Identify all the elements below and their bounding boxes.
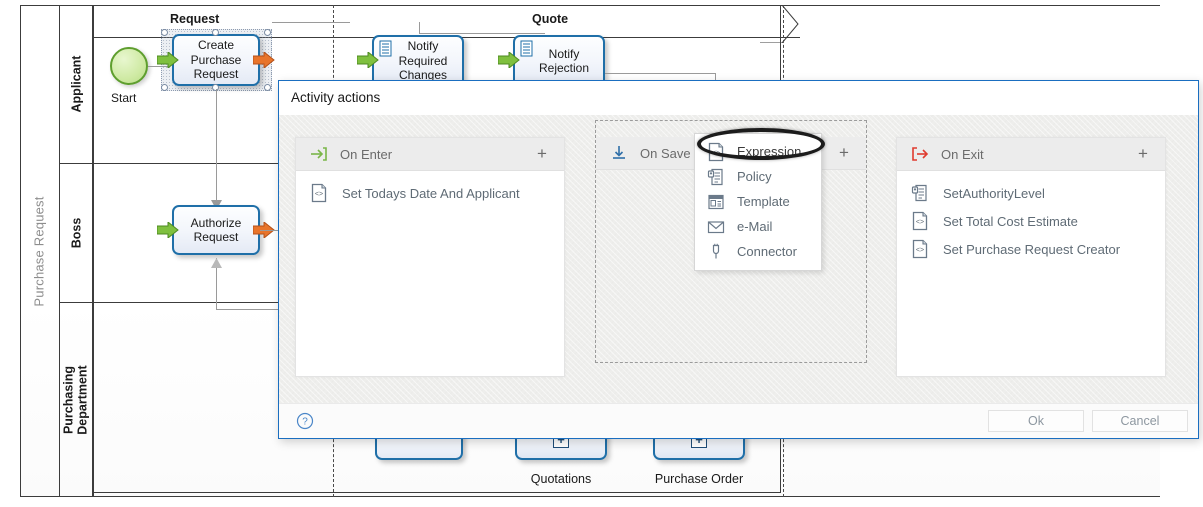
screen-root: Purchase Request Applicant Boss Purchasi… [0, 0, 1203, 507]
list-item[interactable]: <> Set Todays Date And Applicant [296, 179, 564, 207]
lane-body-divider [93, 5, 94, 497]
menu-item-template[interactable]: Template [695, 189, 821, 214]
expression-icon: <> [911, 239, 929, 259]
inbound-arrow-icon [157, 52, 179, 68]
svg-text:<>: <> [916, 247, 924, 254]
resize-handle-nw[interactable] [161, 29, 168, 36]
svg-text:<>: <> [916, 219, 924, 226]
menu-item-email[interactable]: e-Mail [695, 214, 821, 239]
dialog-footer: ? Ok Cancel [279, 403, 1198, 438]
sequence-flow [272, 22, 350, 23]
panel-header-on-exit: On Exit + [897, 138, 1165, 171]
panel-header-label: On Enter [340, 146, 393, 162]
lane-header-applicant: Applicant [60, 5, 93, 163]
panel-header-on-enter: On Enter + [296, 138, 564, 171]
action-list-on-exit: SetAuthorityLevel <> Set Total Cost Esti… [897, 171, 1165, 263]
action-type-dropdown-menu[interactable]: <> Expression Policy Template e-Mail Con… [694, 133, 822, 271]
expression-icon: <> [707, 142, 725, 161]
task-label: Notify Rejection [538, 46, 590, 76]
action-list-on-enter: <> Set Todays Date And Applicant [296, 171, 564, 207]
resize-handle-ne[interactable] [264, 29, 271, 36]
template-icon [707, 193, 725, 211]
list-item-label: SetAuthorityLevel [943, 185, 1045, 201]
user-task-icon [379, 40, 392, 57]
lane-header-boss: Boss [60, 164, 93, 302]
data-object-label-quotations: Quotations [530, 472, 592, 486]
expression-icon: <> [911, 211, 929, 231]
list-item[interactable]: <> Set Purchase Request Creator [897, 235, 1165, 263]
ok-button[interactable]: Ok [988, 410, 1084, 432]
menu-item-label: e-Mail [737, 219, 773, 234]
task-label: Notify Required Changes [398, 39, 448, 83]
start-event-label: Start [111, 91, 137, 105]
help-circle-icon[interactable]: ? [296, 412, 314, 430]
svg-text:?: ? [302, 417, 308, 428]
menu-item-label: Connector [737, 244, 797, 259]
cancel-button[interactable]: Cancel [1092, 410, 1188, 432]
list-item[interactable]: <> Set Total Cost Estimate [897, 207, 1165, 235]
resize-handle-sw[interactable] [161, 84, 168, 91]
menu-item-policy[interactable]: Policy [695, 164, 821, 189]
lane-label-applicant: Applicant [69, 55, 84, 113]
list-item-label: Set Total Cost Estimate [943, 213, 1078, 229]
lane-label-purchasing: Purchasing Department [62, 365, 90, 435]
lane-header-purchasing: Purchasing Department [60, 303, 93, 497]
connector-icon [707, 243, 725, 261]
save-download-icon [610, 144, 628, 162]
mail-icon [707, 218, 725, 236]
phase-label-quote: Quote [532, 12, 569, 26]
flow-arrowhead-icon [211, 258, 222, 268]
inbound-arrow-icon [357, 52, 379, 68]
add-action-button[interactable]: + [532, 144, 552, 164]
sequence-flow [420, 33, 545, 34]
menu-item-label: Expression [737, 144, 802, 159]
lane-label-boss: Boss [68, 217, 83, 249]
task-authorize-request[interactable]: Authorize Request [172, 205, 260, 255]
list-item-label: Set Purchase Request Creator [943, 241, 1121, 257]
dialog-title: Activity actions [279, 81, 1198, 115]
panel-on-enter[interactable]: On Enter + <> Set Todays Date And Applic… [295, 137, 565, 377]
inbound-arrow-icon [157, 222, 179, 238]
exit-arrow-icon [911, 145, 929, 163]
resize-handle-se[interactable] [264, 84, 271, 91]
sequence-flow [216, 309, 286, 310]
task-create-purchase-request[interactable]: Create Purchase Request [172, 34, 260, 86]
panel-header-label: On Exit [941, 146, 984, 162]
panel-header-label: On Save [640, 145, 691, 161]
enter-arrow-icon [310, 145, 328, 163]
sequence-flow [216, 89, 217, 207]
policy-icon [911, 183, 929, 203]
list-item-label: Set Todays Date And Applicant [342, 185, 520, 201]
user-task-icon [520, 40, 533, 57]
task-label: Create Purchase Request [190, 38, 242, 82]
svg-text:<>: <> [712, 150, 720, 157]
add-action-button[interactable]: + [834, 143, 854, 163]
menu-item-expression[interactable]: <> Expression [695, 139, 821, 164]
sequence-flow [605, 73, 715, 74]
pool-title-label: Purchase Request [32, 195, 47, 307]
menu-item-label: Template [737, 194, 790, 209]
svg-text:<>: <> [315, 191, 323, 198]
list-item[interactable]: SetAuthorityLevel [897, 179, 1165, 207]
inbound-arrow-icon [498, 52, 520, 68]
panel-on-exit[interactable]: On Exit + SetAuthorityLevel <> Set Total… [896, 137, 1166, 377]
resize-handle-n[interactable] [212, 29, 219, 36]
sequence-flow [419, 22, 420, 34]
expression-icon: <> [310, 183, 328, 203]
policy-icon [707, 168, 725, 186]
data-object-label-purchase-order: Purchase Order [654, 472, 744, 486]
task-label: Authorize Request [190, 215, 242, 245]
outbound-arrow-icon [253, 52, 275, 68]
pool-title: Purchase Request [20, 5, 60, 497]
menu-item-label: Policy [737, 169, 772, 184]
start-event[interactable] [110, 47, 148, 85]
pool-bottom-border [94, 492, 780, 493]
add-action-button[interactable]: + [1133, 144, 1153, 164]
menu-item-connector[interactable]: Connector [695, 239, 821, 264]
phase-label-request: Request [170, 12, 220, 26]
